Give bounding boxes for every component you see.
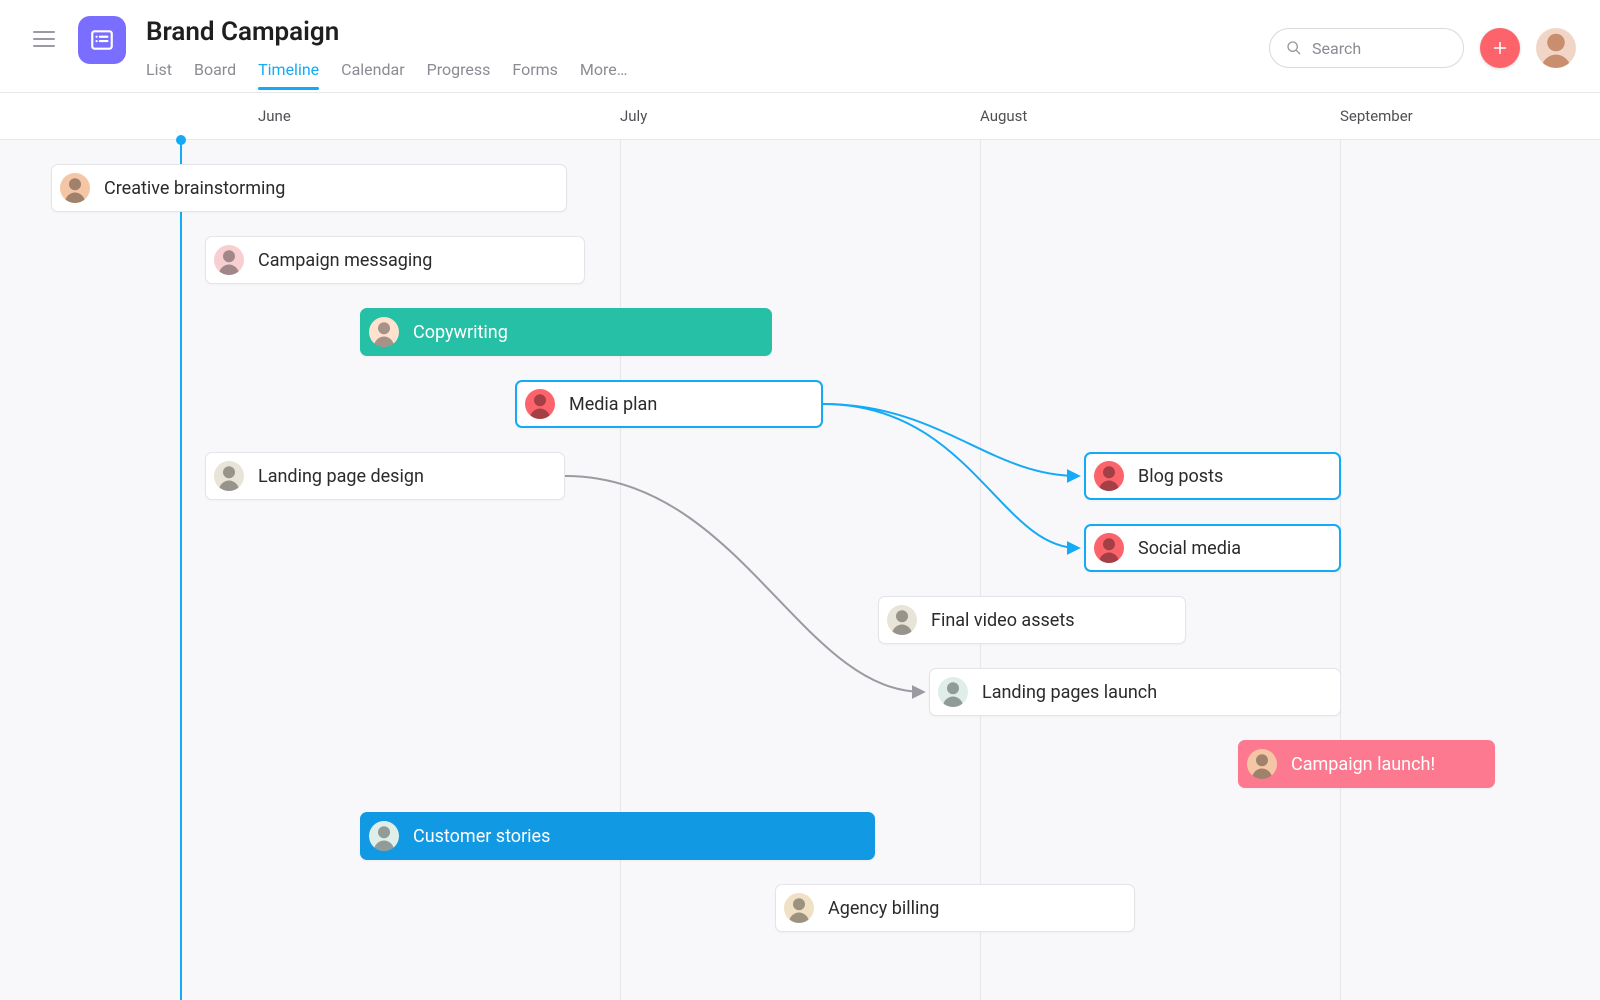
task-bar[interactable]: Media plan (515, 380, 823, 428)
assignee-avatar (214, 245, 244, 275)
assignee-avatar (214, 461, 244, 491)
task-label: Campaign launch! (1291, 754, 1435, 775)
task-label: Copywriting (413, 322, 508, 343)
task-label: Blog posts (1138, 466, 1223, 487)
task-bar[interactable]: Agency billing (775, 884, 1135, 932)
project-title: Brand Campaign (146, 17, 627, 48)
task-bar[interactable]: Copywriting (360, 308, 772, 356)
project-icon[interactable] (78, 16, 126, 64)
app-header: Brand Campaign List Board Timeline Calen… (0, 0, 1600, 93)
add-button[interactable] (1480, 28, 1520, 68)
timeline-month-row: June July August September (0, 93, 1600, 140)
menu-button[interactable] (24, 19, 64, 59)
search-input[interactable]: Search (1269, 28, 1464, 68)
task-label: Campaign messaging (258, 250, 432, 271)
timeline[interactable]: June July August September Creative brai… (0, 93, 1600, 1000)
project-tabs: List Board Timeline Calendar Progress Fo… (146, 60, 627, 89)
assignee-avatar (1247, 749, 1277, 779)
assignee-avatar (887, 605, 917, 635)
tab-calendar[interactable]: Calendar (341, 60, 404, 89)
assignee-avatar (369, 821, 399, 851)
task-label: Social media (1138, 538, 1241, 559)
task-bar[interactable]: Blog posts (1084, 452, 1341, 500)
task-label: Landing pages launch (982, 682, 1157, 703)
task-bar[interactable]: Social media (1084, 524, 1341, 572)
tab-more[interactable]: More… (580, 60, 628, 89)
task-label: Landing page design (258, 466, 424, 487)
assignee-avatar (784, 893, 814, 923)
plus-icon (1491, 39, 1509, 57)
tab-board[interactable]: Board (194, 60, 236, 89)
task-label: Media plan (569, 394, 657, 415)
task-bar[interactable]: Customer stories (360, 812, 875, 860)
month-label-august: August (980, 107, 1027, 125)
assignee-avatar (1094, 533, 1124, 563)
tab-list[interactable]: List (146, 60, 172, 89)
month-label-june: June (258, 107, 291, 125)
assignee-avatar (525, 389, 555, 419)
tab-timeline[interactable]: Timeline (258, 60, 319, 89)
task-label: Final video assets (931, 610, 1075, 631)
assignee-avatar (369, 317, 399, 347)
task-bar[interactable]: Landing pages launch (929, 668, 1341, 716)
task-label: Creative brainstorming (104, 178, 285, 199)
grid-line (620, 140, 621, 1000)
month-label-september: September (1340, 107, 1413, 125)
task-bar[interactable]: Creative brainstorming (51, 164, 567, 212)
grid-line (1340, 140, 1341, 1000)
list-icon (89, 27, 115, 53)
current-user-avatar[interactable] (1536, 28, 1576, 68)
month-label-july: July (620, 107, 647, 125)
today-marker-line (180, 140, 182, 1000)
tab-forms[interactable]: Forms (512, 60, 558, 89)
person-icon (1536, 28, 1576, 68)
task-bar[interactable]: Final video assets (878, 596, 1186, 644)
tab-progress[interactable]: Progress (427, 60, 491, 89)
assignee-avatar (1094, 461, 1124, 491)
assignee-avatar (938, 677, 968, 707)
task-label: Customer stories (413, 826, 550, 847)
task-bar[interactable]: Landing page design (205, 452, 565, 500)
task-bar[interactable]: Campaign messaging (205, 236, 585, 284)
hamburger-icon (33, 31, 55, 47)
search-placeholder: Search (1312, 39, 1361, 58)
search-icon (1286, 40, 1302, 56)
assignee-avatar (60, 173, 90, 203)
task-bar[interactable]: Campaign launch! (1238, 740, 1495, 788)
grid-line (980, 140, 981, 1000)
task-label: Agency billing (828, 898, 939, 919)
